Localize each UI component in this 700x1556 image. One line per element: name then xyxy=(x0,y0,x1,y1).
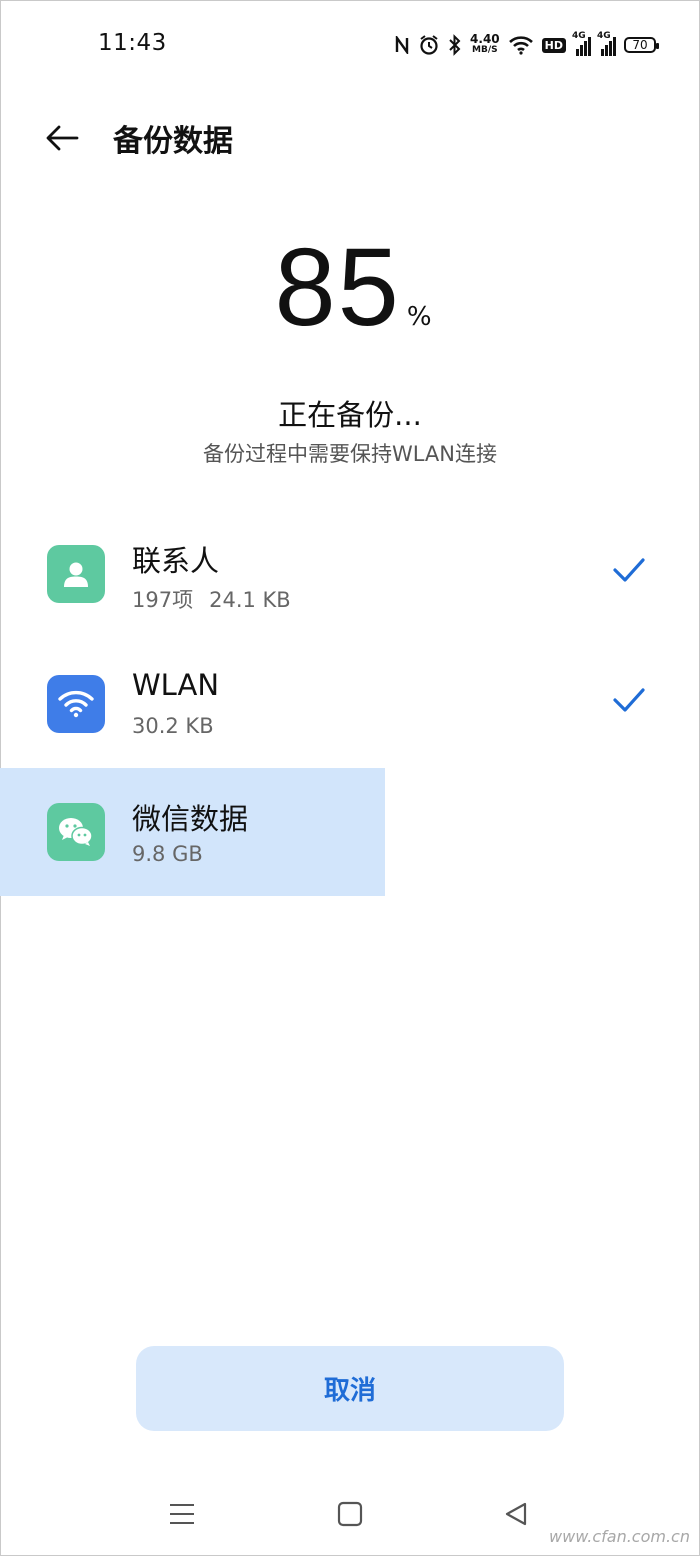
back-button[interactable] xyxy=(42,118,82,158)
network-speed: 4.40 MB/S xyxy=(470,32,500,55)
cancel-button[interactable]: 取消 xyxy=(136,1346,564,1431)
wechat-icon xyxy=(47,803,105,861)
nav-back-button[interactable] xyxy=(498,1496,534,1532)
item-size: 24.1 KB xyxy=(209,588,291,612)
item-size: 30.2 KB xyxy=(132,714,214,738)
check-icon xyxy=(613,688,645,712)
item-count: 197项 xyxy=(132,588,194,612)
item-title: WLAN xyxy=(132,668,220,702)
hd-voice-badge: HD xyxy=(541,37,566,53)
item-title: 微信数据 xyxy=(132,802,249,836)
nfc-icon xyxy=(394,36,410,54)
signal-sim1-icon: 4G xyxy=(572,31,591,56)
menu-icon xyxy=(170,1504,194,1524)
progress-unit: % xyxy=(406,302,432,332)
watermark: www.cfan.com.cn xyxy=(549,1527,690,1546)
wifi-icon xyxy=(47,675,105,733)
check-icon xyxy=(613,558,645,582)
status-time: 11:43 xyxy=(98,30,167,56)
battery-icon: 70 xyxy=(624,37,659,53)
list-item-wechat-data: 微信数据 9.8 GB xyxy=(0,768,385,896)
alarm-icon xyxy=(418,34,440,56)
wifi-status-icon xyxy=(508,35,534,55)
contact-icon xyxy=(47,545,105,603)
back-triangle-icon xyxy=(505,1502,527,1526)
bluetooth-icon xyxy=(448,34,462,56)
list-item-wlan: WLAN 30.2 KB xyxy=(0,640,700,768)
backup-status-note: 备份过程中需要保持WLAN连接 xyxy=(202,442,498,466)
progress-percent: 85 xyxy=(274,226,401,349)
signal-sim2-icon: 4G xyxy=(597,31,616,56)
item-size: 9.8 GB xyxy=(132,842,203,866)
status-icons: 4.40 MB/S HD 4G 4G 70 xyxy=(394,30,659,60)
back-arrow-icon xyxy=(46,125,79,151)
page-title: 备份数据 xyxy=(113,124,233,159)
progress-display: 85% xyxy=(0,228,700,348)
nav-menu-button[interactable] xyxy=(164,1496,200,1532)
item-meta: 197项 24.1 KB xyxy=(132,584,291,614)
backup-status-title: 正在备份... xyxy=(278,398,422,432)
home-square-icon xyxy=(337,1501,363,1527)
item-title: 联系人 xyxy=(132,544,220,578)
list-item-contacts: 联系人 197项 24.1 KB xyxy=(0,510,700,638)
nav-home-button[interactable] xyxy=(332,1496,368,1532)
